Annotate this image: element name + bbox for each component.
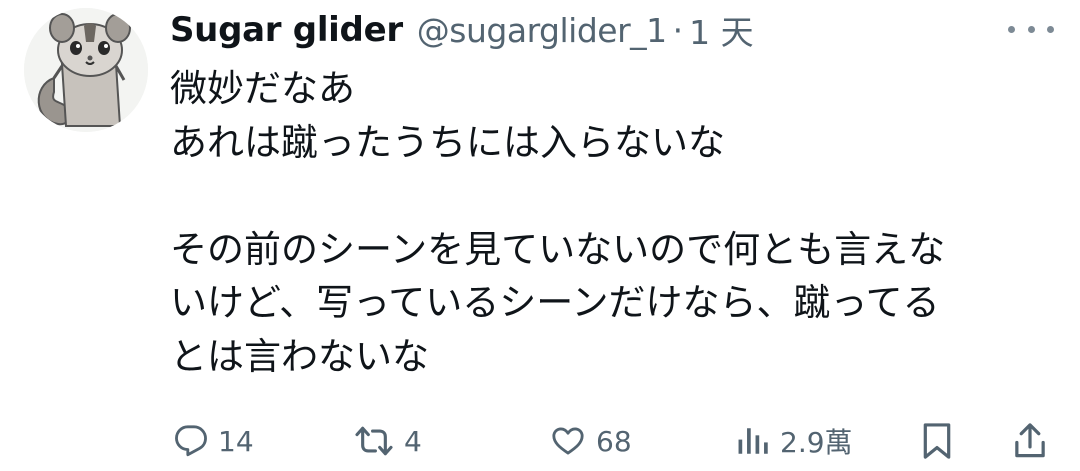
tweet-header: Sugar glider @sugarglider_1 · 1 天 — [170, 6, 754, 54]
views-count: 2.9萬 — [780, 426, 853, 459]
retweet-icon — [355, 426, 393, 456]
separator-dot: · — [672, 10, 684, 50]
like-count: 68 — [596, 424, 632, 458]
timestamp[interactable]: 1 天 — [689, 6, 754, 54]
sugar-glider-avatar-icon — [24, 8, 148, 132]
bookmark-icon — [923, 423, 951, 459]
retweet-button[interactable]: 4 — [354, 416, 422, 466]
like-button[interactable]: 68 — [550, 416, 632, 466]
retweet-count: 4 — [404, 424, 422, 458]
user-handle[interactable]: @sugarglider_1 — [417, 11, 667, 50]
avatar[interactable] — [24, 8, 148, 132]
more-icon — [1008, 25, 1015, 33]
display-name[interactable]: Sugar glider — [170, 10, 403, 50]
views-icon — [738, 428, 768, 454]
views-button[interactable]: 2.9萬 — [734, 416, 853, 466]
heart-icon — [552, 427, 584, 455]
more-button[interactable] — [1008, 14, 1054, 44]
reply-count: 14 — [218, 424, 254, 458]
more-icon-dot — [1027, 25, 1035, 33]
tweet-text: 微妙だなあ あれは蹴ったうちには入らないな その前のシーンを見ていないので何とも… — [170, 67, 946, 378]
reply-button[interactable]: 14 — [174, 416, 254, 466]
action-bar: 14 4 68 2.9萬 — [0, 416, 1080, 466]
more-icon-dot — [1047, 25, 1054, 33]
reply-icon — [175, 425, 207, 457]
share-icon — [1015, 423, 1045, 458]
bookmark-button[interactable] — [920, 416, 954, 466]
share-button[interactable] — [1012, 416, 1048, 466]
